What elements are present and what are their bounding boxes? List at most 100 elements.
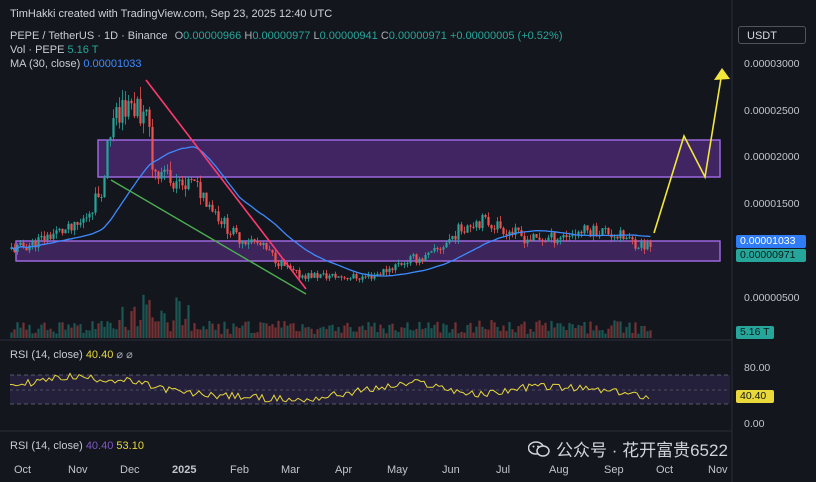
volume-bar [505,330,508,338]
volume-bar [400,327,403,338]
watermark-text: 公众号 · 花开富贵6522 [556,441,728,460]
candle-body [232,227,235,235]
open-value: 0.00000966 [183,30,242,42]
volume-bar [628,322,631,338]
candle-body [520,230,523,237]
volume-bar [511,329,514,338]
ma-legend-value: 0.00001033 [83,58,142,70]
candle-body [154,169,157,172]
volume-bar [640,325,643,338]
volume-bar [355,331,358,338]
candle-body [355,274,358,279]
candle-body [469,225,472,227]
candle-body [316,273,319,278]
x-tick-label: Mar [281,464,300,476]
volume-bar [76,325,79,338]
volume-bar [577,324,580,338]
candle-body [418,258,421,263]
volume-bar [616,321,619,338]
volume-bar [526,333,529,338]
volume-bar [310,328,313,338]
volume-bar [484,328,487,338]
volume-bar [151,317,154,338]
x-tick-label: Sep [604,464,624,476]
volume-bar [181,325,184,338]
volume-bar [349,327,352,338]
rsi-value-badge: 40.40 [736,390,774,403]
volume-bar [280,327,283,338]
candle-body [391,268,394,271]
volume-bar [91,321,94,338]
volume-bar [328,325,331,338]
volume-bar [412,330,415,338]
volume-bar [622,332,625,338]
candle-body [487,216,490,226]
candle-body [496,221,499,230]
candle-body [211,204,214,212]
volume-bar [160,310,163,338]
candle-body [181,179,184,186]
chart-canvas[interactable] [0,0,816,482]
candle-body [499,221,502,228]
candle-body [223,217,226,225]
volume-bar [286,325,289,338]
candle-body [100,196,103,198]
candle-body [553,232,556,244]
volume-bar [364,330,367,338]
candle-body [460,224,463,232]
volume-bar [637,333,640,338]
volume-bar [16,322,19,338]
candle-body [454,235,457,240]
volume-bar [10,332,13,338]
candle-body [532,234,535,241]
volume-bar [340,332,343,338]
candle-body [346,278,349,280]
x-tick-label: Aug [549,464,569,476]
candle-body [322,273,325,275]
candle-body [169,169,172,183]
rsi-tick-label: 80.00 [744,362,771,374]
volume-bar [46,330,49,338]
volume-bar [271,324,274,338]
volume-bar [52,331,55,338]
volume-bar [334,330,337,338]
volume-bar [265,323,268,338]
volume-bar [361,325,364,338]
rsi-legend-2: RSI (14, close) 40.40 53.10 [10,440,144,452]
volume-bar [643,325,646,338]
volume-bar [586,333,589,338]
volume-bar [520,324,523,338]
volume-bar [409,329,412,338]
candle-body [502,227,505,234]
y-tick-label: 0.00002500 [744,105,800,117]
currency-button[interactable]: USDT [738,26,806,44]
rsi-visibility-icons[interactable]: ⌀ ⌀ [116,349,132,361]
volume-bar [157,321,160,338]
candle-body [112,118,115,138]
candle-body [448,239,451,243]
candle-body [466,225,469,233]
candle-body [421,258,424,261]
volume-bar [376,332,379,338]
volume-bar [427,322,430,338]
volume-bar [466,325,469,338]
volume-bar [325,329,328,338]
volume-bar [109,322,112,338]
volume-bar [13,329,16,338]
volume-bar [262,322,265,338]
volume-bar [367,322,370,338]
candle-body [568,235,571,238]
candle-body [178,179,181,182]
volume-bar [532,331,535,338]
candle-body [526,239,529,244]
candle-body [490,225,493,229]
volume-bar [253,332,256,338]
volume-bar [487,329,490,338]
candle-body [634,239,637,249]
candle-body [166,169,169,171]
candle-body [361,276,364,280]
rsi2-value-1: 40.40 [85,440,114,452]
candle-body [382,269,385,275]
volume-bar [148,299,151,338]
volume-bar [406,322,409,338]
